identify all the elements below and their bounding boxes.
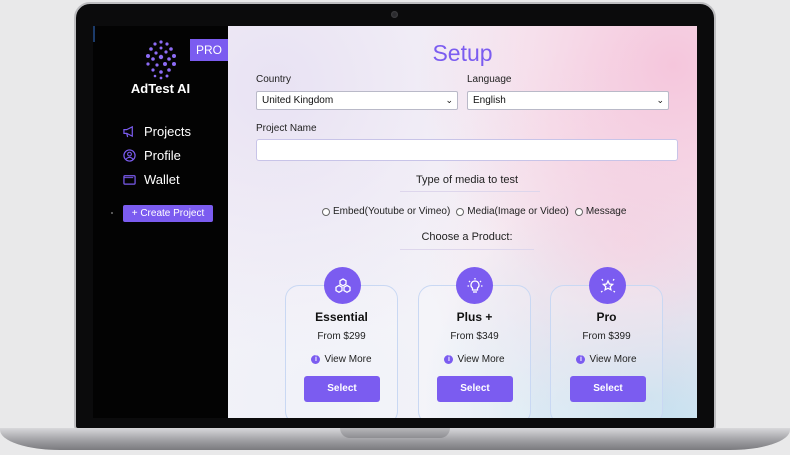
select-essential-button[interactable]: Select (304, 376, 380, 402)
view-more-link[interactable]: i View More (285, 354, 398, 365)
country-value: United Kingdom (262, 95, 334, 106)
sidebar-item-label: Profile (144, 147, 181, 163)
product-price: From $349 (450, 331, 499, 342)
country-select[interactable]: United Kingdom ⌄ (256, 91, 458, 110)
view-more-link[interactable]: i View More (550, 354, 663, 365)
sparkle-star-icon (589, 267, 626, 304)
user-circle-icon (123, 148, 136, 162)
view-more-label: View More (589, 354, 637, 365)
info-icon: i (444, 355, 454, 364)
product-name: Pro (596, 310, 617, 324)
webcam (391, 11, 398, 18)
info-icon: i (311, 355, 321, 364)
logo-icon (146, 40, 176, 80)
view-more-label: View More (324, 354, 372, 365)
sidebar-item-projects[interactable]: Projects (123, 121, 191, 141)
language-value: English (473, 95, 506, 106)
info-icon: i (576, 355, 586, 364)
product-price: From $399 (582, 331, 631, 342)
radio-embed[interactable] (322, 207, 330, 216)
chevron-down-icon: ⌄ (445, 95, 453, 105)
sidebar-item-label: Projects (144, 123, 191, 139)
pro-badge: PRO (190, 39, 228, 61)
radio-label-media: Media(Image or Video) (467, 206, 569, 217)
page-title: Setup (432, 40, 493, 66)
radio-label-message: Message (585, 206, 627, 217)
chevron-down-icon: ⌄ (656, 95, 664, 105)
radio-media[interactable] (456, 207, 465, 216)
product-name: Plus + (456, 310, 493, 324)
create-project-button[interactable]: + Create Project (123, 205, 213, 222)
sidebar-item-label: Wallet (144, 171, 180, 187)
brand-name: AdTest AI (130, 81, 191, 96)
laptop-notch (340, 428, 450, 438)
product-price: From $299 (317, 331, 366, 342)
media-type-heading: Type of media to test (415, 174, 519, 186)
country-label: Country (256, 74, 292, 85)
divider-dot (111, 212, 113, 214)
sidebar-edge (93, 26, 95, 42)
megaphone-icon (123, 125, 133, 137)
screen: PRO AdTest AI Projects Profile Wallet + … (93, 26, 697, 418)
sidebar-item-wallet[interactable]: Wallet (123, 169, 180, 189)
product-heading: Choose a Product: (421, 231, 513, 243)
project-name-label: Project Name (256, 123, 317, 134)
project-name-input[interactable] (256, 139, 678, 161)
select-pro-button[interactable]: Select (570, 376, 646, 402)
radio-label-embed: Embed(Youtube or Vimeo) (333, 206, 451, 217)
media-type-options: Embed(Youtube or Vimeo) Media(Image or V… (322, 206, 626, 217)
sidebar: PRO AdTest AI Projects Profile Wallet + … (93, 26, 228, 418)
view-more-link[interactable]: i View More (418, 354, 531, 365)
view-more-label: View More (457, 354, 505, 365)
setup-panel: Setup Country United Kingdom ⌄ Language … (228, 26, 697, 418)
language-select[interactable]: English ⌄ (467, 91, 669, 110)
language-label: Language (467, 74, 512, 85)
lightbulb-icon (456, 267, 493, 304)
divider (400, 191, 540, 192)
cubes-icon (324, 267, 361, 304)
product-name: Essential (315, 310, 368, 324)
wallet-icon (123, 174, 136, 185)
select-plus-button[interactable]: Select (437, 376, 513, 402)
radio-message[interactable] (574, 207, 583, 216)
divider (400, 249, 534, 250)
sidebar-item-profile[interactable]: Profile (123, 145, 181, 165)
